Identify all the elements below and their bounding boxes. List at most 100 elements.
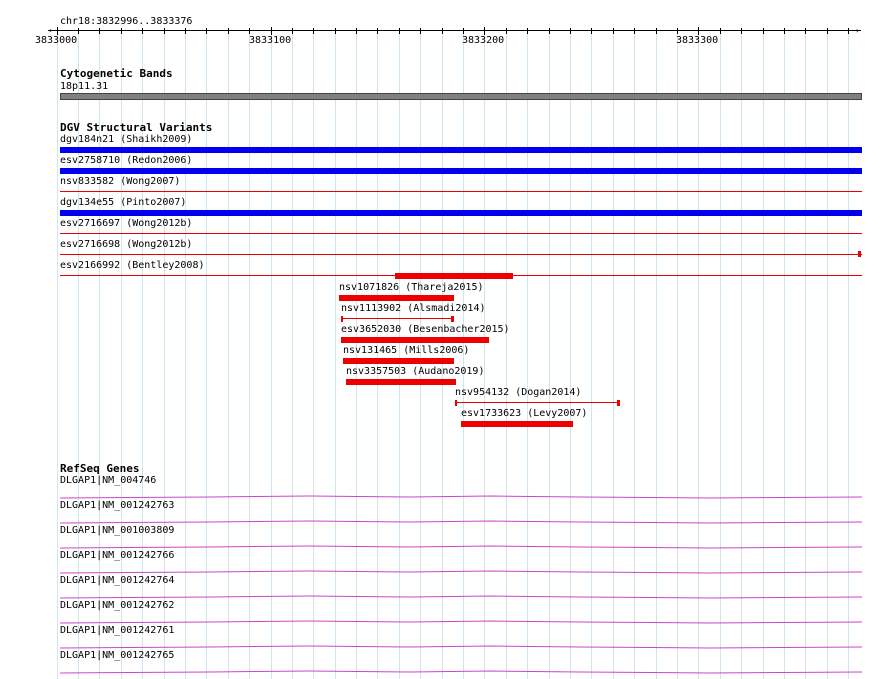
gene-label[interactable]: DLGAP1|NM_001242762: [60, 600, 174, 611]
dgv-feature-label[interactable]: nsv954132 (Dogan2014): [455, 387, 581, 398]
gene-intron-line[interactable]: [59, 536, 863, 549]
gene-intron-line[interactable]: [59, 611, 863, 624]
dgv-loss-line[interactable]: [341, 318, 454, 319]
gene-intron-line[interactable]: [59, 586, 863, 599]
refseq-track-title[interactable]: RefSeq Genes: [60, 463, 139, 475]
gene-label[interactable]: DLGAP1|NM_001242763: [60, 500, 174, 511]
gene-intron-svg: [59, 670, 863, 674]
gene-label[interactable]: DLGAP1|NM_001242766: [60, 550, 174, 561]
ruler-minor-tick: [677, 28, 678, 34]
gene-intron-svg: [59, 620, 863, 624]
ruler-minor-tick: [420, 28, 421, 34]
ruler-minor-tick: [506, 28, 507, 34]
dgv-loss-line[interactable]: [60, 191, 862, 192]
dgv-gain-bar[interactable]: [60, 210, 862, 216]
dgv-loss-bar[interactable]: [461, 421, 573, 427]
grid-line: [271, 30, 272, 679]
dgv-loss-line[interactable]: [455, 402, 620, 403]
dgv-end-marker: [341, 316, 343, 322]
gene-intron-path: [59, 645, 863, 649]
grid-line: [677, 30, 678, 679]
grid-line: [228, 30, 229, 679]
gene-intron-line[interactable]: [59, 486, 863, 499]
dgv-end-marker: [455, 400, 457, 406]
gene-intron-line[interactable]: [59, 511, 863, 524]
gene-label[interactable]: DLGAP1|NM_004746: [60, 475, 156, 486]
ruler-tick-label: 3833100: [249, 35, 292, 46]
ruler-minor-tick: [741, 28, 742, 34]
dgv-feature-label[interactable]: dgv184n21 (Shaikh2009): [60, 134, 192, 145]
ruler-minor-tick: [164, 28, 165, 34]
gene-intron-svg: [59, 570, 863, 574]
ruler-minor-tick: [805, 28, 806, 34]
gene-intron-line[interactable]: [59, 661, 863, 674]
grid-line: [57, 30, 58, 679]
ruler-tick-label: 3833300: [676, 35, 719, 46]
gene-intron-path: [59, 570, 863, 574]
ruler-minor-tick: [335, 28, 336, 34]
grid-line: [698, 30, 699, 679]
dgv-feature-label[interactable]: esv2166992 (Bentley2008): [60, 260, 205, 271]
gene-label[interactable]: DLGAP1|NM_001242765: [60, 650, 174, 661]
grid-line: [591, 30, 592, 679]
dgv-loss-bar[interactable]: [346, 379, 456, 385]
cyto-band[interactable]: [60, 93, 862, 100]
gene-intron-svg: [59, 520, 863, 524]
ruler-major-tick: [57, 27, 58, 35]
ruler-minor-tick: [399, 28, 400, 34]
gene-intron-path: [59, 670, 863, 674]
grid-line: [805, 30, 806, 679]
ruler-minor-tick: [570, 28, 571, 34]
gene-label[interactable]: DLGAP1|NM_001242761: [60, 625, 174, 636]
grid-line: [848, 30, 849, 679]
region-label: chr18:3832996..3833376: [60, 16, 193, 27]
gene-intron-svg: [59, 495, 863, 499]
ruler-minor-tick: [442, 28, 443, 34]
grid-line: [634, 30, 635, 679]
dgv-feature-label[interactable]: dgv134e55 (Pinto2007): [60, 197, 186, 208]
grid-line: [484, 30, 485, 679]
dgv-feature-label[interactable]: esv2716697 (Wong2012b): [60, 218, 192, 229]
grid-line: [763, 30, 764, 679]
dgv-feature-label[interactable]: nsv1113902 (Alsmadi2014): [341, 303, 486, 314]
dgv-feature-label[interactable]: esv2758710 (Redon2006): [60, 155, 192, 166]
dgv-loss-bar[interactable]: [343, 358, 454, 364]
ruler-minor-tick: [99, 28, 100, 34]
ruler-minor-tick: [613, 28, 614, 34]
dgv-feature-label[interactable]: esv3652030 (Besenbacher2015): [341, 324, 510, 335]
grid-line: [720, 30, 721, 679]
ruler-minor-tick: [827, 28, 828, 34]
dgv-feature-label[interactable]: nsv3357503 (Audano2019): [346, 366, 484, 377]
genome-browser: chr18:3832996..3833376 ‹ › 3833000 383310…: [0, 0, 890, 679]
ruler-minor-tick: [313, 28, 314, 34]
ruler-minor-tick: [549, 28, 550, 34]
dgv-loss-line[interactable]: [60, 254, 862, 255]
grid-line: [784, 30, 785, 679]
dgv-feature-label[interactable]: esv2716698 (Wong2012b): [60, 239, 192, 250]
cyto-track-title[interactable]: Cytogenetic Bands: [60, 68, 173, 80]
dgv-gain-bar[interactable]: [60, 168, 862, 174]
dgv-feature-label[interactable]: nsv1071826 (Thareja2015): [339, 282, 484, 293]
ruler-major-tick: [698, 27, 699, 35]
dgv-loss-bar[interactable]: [395, 273, 513, 279]
dgv-feature-label[interactable]: nsv131465 (Mills2006): [343, 345, 469, 356]
ruler-minor-tick: [206, 28, 207, 34]
dgv-feature-label[interactable]: nsv833582 (Wong2007): [60, 176, 180, 187]
grid-line: [570, 30, 571, 679]
ruler-axis: [48, 30, 861, 31]
dgv-loss-bar[interactable]: [341, 337, 489, 343]
gene-label[interactable]: DLGAP1|NM_001242764: [60, 575, 174, 586]
dgv-track-title[interactable]: DGV Structural Variants: [60, 122, 212, 134]
gene-intron-line[interactable]: [59, 561, 863, 574]
gene-intron-path: [59, 495, 863, 499]
dgv-feature-label[interactable]: esv1733623 (Levy2007): [461, 408, 587, 419]
ruler-right-arrow: ›: [855, 26, 860, 35]
dgv-gain-bar[interactable]: [60, 147, 862, 153]
gene-label[interactable]: DLGAP1|NM_001003809: [60, 525, 174, 536]
grid-line: [313, 30, 314, 679]
dgv-loss-line[interactable]: [60, 233, 862, 234]
gene-intron-line[interactable]: [59, 636, 863, 649]
gene-intron-path: [59, 545, 863, 549]
ruler-minor-tick: [377, 28, 378, 34]
dgv-loss-bar[interactable]: [339, 295, 454, 301]
